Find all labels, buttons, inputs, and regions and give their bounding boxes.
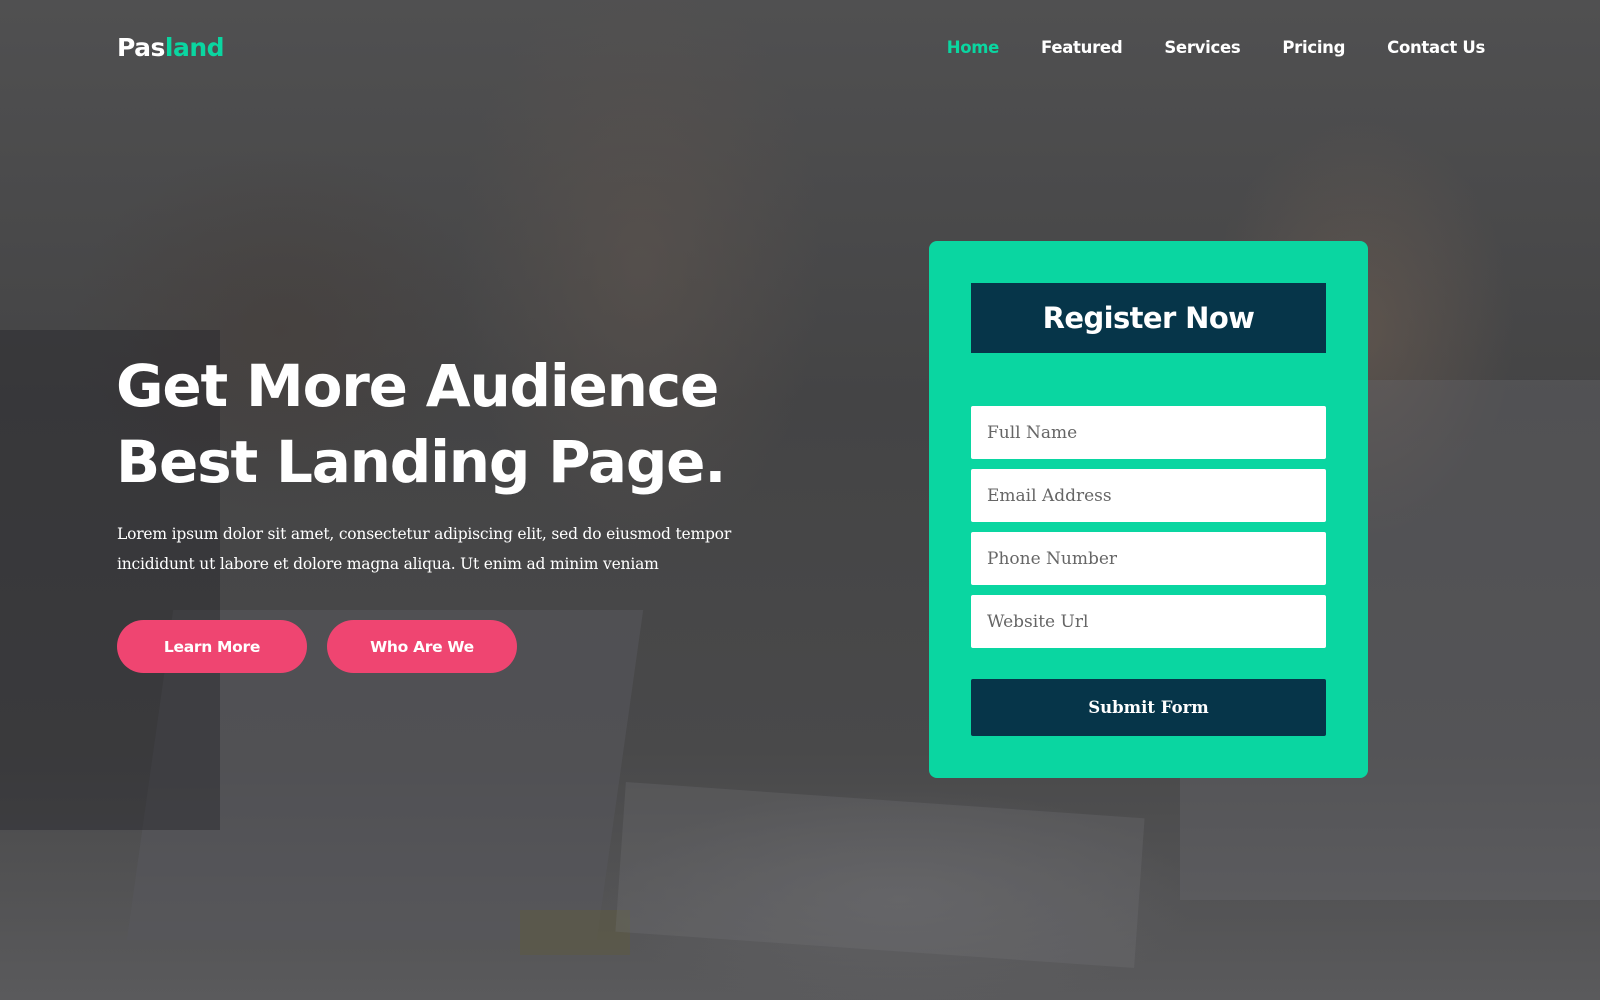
phone-number-input[interactable]	[971, 532, 1326, 585]
who-are-we-button[interactable]: Who Are We	[327, 620, 517, 673]
papers-shape	[615, 782, 1145, 968]
register-title: Register Now	[971, 283, 1326, 353]
full-name-input[interactable]	[971, 406, 1326, 459]
nav-item-featured[interactable]: Featured	[1041, 38, 1123, 57]
learn-more-button[interactable]: Learn More	[117, 620, 307, 673]
hero-title: Get More Audience Best Landing Page.	[116, 348, 816, 500]
main-nav: Home Featured Services Pricing Contact U…	[947, 38, 1486, 57]
submit-form-button[interactable]: Submit Form	[971, 679, 1326, 736]
website-url-input[interactable]	[971, 595, 1326, 648]
hero-title-line-1: Get More Audience	[116, 352, 719, 420]
logo-text-primary: Pas	[117, 33, 165, 62]
nav-item-home[interactable]: Home	[947, 38, 1000, 57]
hero-button-group: Learn More Who Are We	[117, 620, 517, 673]
email-address-input[interactable]	[971, 469, 1326, 522]
hero-description: Lorem ipsum dolor sit amet, consectetur …	[117, 525, 732, 573]
nav-item-contact-us[interactable]: Contact Us	[1387, 38, 1485, 57]
site-header: Pasland Home Featured Services Pricing C…	[0, 0, 1600, 95]
nav-item-services[interactable]: Services	[1164, 38, 1240, 57]
hero-title-line-2: Best Landing Page.	[116, 428, 726, 496]
sticky-note-shape	[520, 910, 630, 955]
logo-text-accent: land	[164, 33, 225, 62]
register-form-card: Register Now Submit Form	[929, 241, 1368, 778]
nav-item-pricing[interactable]: Pricing	[1282, 38, 1345, 57]
register-form	[971, 406, 1326, 648]
brand-logo[interactable]: Pasland	[117, 33, 225, 62]
